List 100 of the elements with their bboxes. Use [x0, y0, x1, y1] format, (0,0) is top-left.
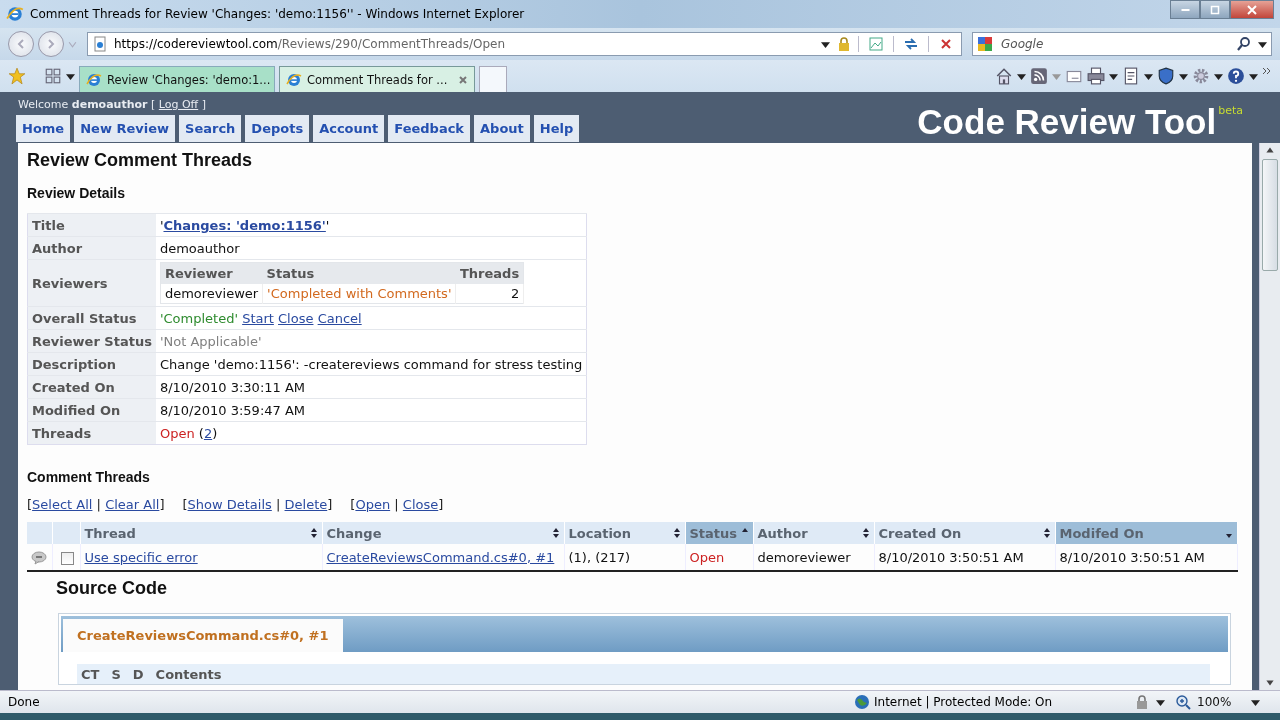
chevron-icon[interactable] [1262, 67, 1272, 75]
browser-tab[interactable]: Review 'Changes: 'demo:1... [79, 66, 275, 92]
caret-icon[interactable] [66, 71, 75, 81]
quick-tabs-icon[interactable] [44, 67, 62, 85]
maximize-button[interactable] [1200, 0, 1230, 19]
caret-icon[interactable] [1156, 697, 1165, 707]
separator-text: | [276, 497, 281, 512]
welcome-text: Welcome demoauthor [ Log Off ] [18, 98, 207, 111]
field-value: Change 'demo:1156': -createreviews command for stress testing [159, 356, 583, 372]
field-value: ( [198, 425, 204, 441]
status-text: 'Completed with Comments' [267, 286, 452, 301]
caret-icon[interactable] [1109, 71, 1118, 81]
separator-text: | [394, 497, 399, 512]
zoom-icon[interactable] [1175, 694, 1191, 710]
nav-tab[interactable]: Search [179, 115, 242, 142]
caret-icon[interactable] [1258, 39, 1267, 49]
field-label: Author [32, 240, 83, 256]
sort-icon[interactable] [861, 527, 870, 539]
caret-icon[interactable] [1214, 71, 1223, 81]
feed-icon[interactable] [1030, 67, 1048, 85]
minimize-button[interactable] [1170, 0, 1200, 19]
field-value: demoauthor [159, 240, 240, 256]
value-link[interactable]: Changes: 'demo:1156' [163, 217, 326, 233]
nav-tab[interactable]: Account [313, 115, 385, 142]
table-cell: demoreviewer [757, 549, 851, 565]
column-header: Contents [155, 666, 222, 682]
caret-icon[interactable] [1251, 697, 1261, 707]
column-header: CT [81, 666, 100, 682]
section-heading: Source Code [56, 578, 169, 599]
log-off-link[interactable]: Log Off [158, 98, 199, 111]
caret-icon[interactable] [1144, 71, 1153, 81]
field-value: 'Completed' [159, 310, 238, 326]
window-title: Comment Threads for Review 'Changes: 'demo:1156'' - Windows Internet Explorer [30, 7, 525, 21]
action-link[interactable]: Delete [284, 497, 328, 512]
comment-bubble-icon[interactable] [31, 550, 48, 565]
close-icon[interactable] [458, 74, 468, 85]
status-text: Done [8, 695, 41, 709]
close-button[interactable] [1230, 0, 1274, 19]
action-link[interactable]: Close [402, 497, 439, 512]
nav-tab[interactable]: Feedback [388, 115, 470, 142]
field-label: Description [32, 356, 117, 372]
value-link[interactable]: Cancel [317, 310, 362, 326]
separator-text: ] [438, 497, 444, 512]
scroll-thumb[interactable] [1262, 159, 1278, 271]
favorites-star-icon[interactable] [8, 67, 26, 85]
page-title: Review Comment Threads [27, 150, 254, 171]
separator-text: [ [27, 497, 33, 512]
zoom-level[interactable]: 100% [1197, 695, 1232, 709]
scrollbar[interactable] [1259, 143, 1280, 690]
nav-tab[interactable]: Depots [245, 115, 310, 142]
nav-tab[interactable]: Home [16, 115, 71, 142]
address-field[interactable]: https://codereviewtool.com/Reviews/290/CommentThreads/Open [87, 32, 962, 56]
row-checkbox[interactable] [60, 551, 74, 565]
lock-icon[interactable] [1134, 694, 1150, 710]
sort-icon[interactable] [672, 527, 681, 539]
action-link[interactable]: Show Details [187, 497, 272, 512]
sort-icon[interactable] [1042, 527, 1051, 539]
section-heading: Review Details [27, 185, 127, 201]
nav-tab[interactable]: Help [533, 115, 580, 142]
maximize-icon [1210, 4, 1220, 15]
help-icon[interactable] [1227, 67, 1245, 85]
caret-icon[interactable] [1179, 71, 1188, 81]
search-icon[interactable] [1236, 36, 1252, 52]
table-cell: (1), (217) [568, 549, 631, 565]
shield-icon[interactable] [1157, 67, 1175, 85]
table-link[interactable]: Use specific error [84, 549, 198, 565]
nav-tab[interactable]: New Review [74, 115, 175, 142]
separator-text: ] [159, 497, 165, 512]
separator-text: [ [350, 497, 356, 512]
table-link[interactable]: CreateReviewsCommand.cs#0, #1 [326, 549, 555, 565]
column-header: Reviewer [164, 266, 233, 281]
action-link[interactable]: Select All [32, 497, 93, 512]
minimize-icon [1180, 8, 1190, 11]
browser-tab[interactable]: Comment Threads for ... [279, 66, 475, 92]
ie-logo-icon [6, 5, 24, 23]
caret-icon[interactable] [1017, 71, 1026, 81]
action-link[interactable]: Open [355, 497, 391, 512]
action-link[interactable]: Clear All [105, 497, 160, 512]
value-link[interactable]: Start [242, 310, 274, 326]
print-icon[interactable] [1087, 67, 1105, 85]
page-icon[interactable] [1122, 67, 1140, 85]
column-header: Status [266, 266, 315, 281]
field-label: Created On [32, 379, 115, 395]
value-link[interactable]: Close [278, 310, 314, 326]
field-label: Modified On [32, 402, 121, 418]
ie-logo-icon [286, 71, 302, 88]
close-icon [1247, 4, 1257, 15]
nav-tab[interactable]: About [474, 115, 530, 142]
file-tab[interactable]: CreateReviewsCommand.cs#0, #1 [63, 619, 343, 652]
lock-icon[interactable] [836, 36, 852, 52]
home-icon[interactable] [995, 67, 1013, 85]
caret-icon[interactable] [1249, 71, 1258, 81]
field-label: Overall Status [32, 310, 137, 326]
column-header: Threads [460, 266, 520, 281]
field-label: Threads [32, 425, 92, 441]
sort-icon[interactable] [309, 527, 318, 539]
search-bar[interactable]: Google [972, 32, 1272, 56]
sort-icon[interactable] [551, 527, 560, 539]
value-link[interactable]: 2 [203, 425, 213, 441]
caret-icon[interactable] [821, 39, 830, 49]
